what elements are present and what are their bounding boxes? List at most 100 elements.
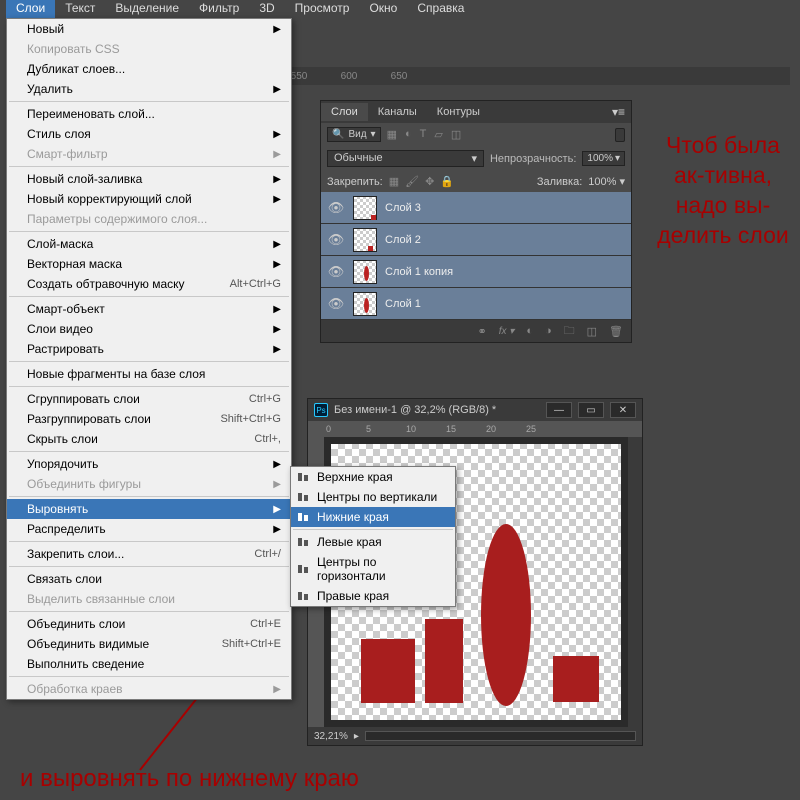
- menu-item[interactable]: Связать слои: [7, 569, 291, 589]
- document-titlebar[interactable]: Ps Без имени-1 @ 32,2% (RGB/8) * — ▭ ✕: [308, 399, 642, 421]
- layer-name[interactable]: Слой 3: [385, 202, 421, 214]
- menu-item[interactable]: Растрировать▶: [7, 339, 291, 359]
- menu-item[interactable]: Разгруппировать слоиShift+Ctrl+G: [7, 409, 291, 429]
- menu-item[interactable]: Новые фрагменты на базе слоя: [7, 364, 291, 384]
- layer-item[interactable]: 👁 Слой 1 копия: [321, 256, 631, 288]
- layer-name[interactable]: Слой 2: [385, 234, 421, 246]
- tab-layers[interactable]: Слои: [321, 103, 368, 121]
- menu-item: Смарт-фильтр▶: [7, 144, 291, 164]
- submenu-item[interactable]: Правые края: [291, 586, 455, 606]
- menu-item[interactable]: Закрепить слои...Ctrl+/: [7, 544, 291, 564]
- submenu-item[interactable]: Левые края: [291, 532, 455, 552]
- chevron-down-icon: ▾: [471, 152, 477, 165]
- chevron-right-icon[interactable]: ▸: [354, 731, 359, 742]
- menu-item[interactable]: Слои видео▶: [7, 319, 291, 339]
- new-layer-icon[interactable]: ◫: [587, 325, 597, 338]
- folder-icon[interactable]: 🗀: [564, 322, 575, 341]
- visibility-toggle[interactable]: 👁: [327, 232, 345, 248]
- fill-input[interactable]: 100% ▾: [588, 175, 625, 188]
- submenu-item[interactable]: Центры по вертикали: [291, 487, 455, 507]
- menu-item[interactable]: Сгруппировать слоиCtrl+G: [7, 389, 291, 409]
- lock-pixels-icon[interactable]: 🖌: [405, 175, 419, 188]
- close-button[interactable]: ✕: [610, 402, 636, 418]
- menu-item[interactable]: Слой-маска▶: [7, 234, 291, 254]
- submenu-item[interactable]: Нижние края: [291, 507, 455, 527]
- opacity-input[interactable]: 100% ▾: [582, 151, 625, 166]
- menu-item[interactable]: Дубликат слоев...: [7, 59, 291, 79]
- pixel-filter-icon[interactable]: ▦: [387, 128, 397, 141]
- visibility-toggle[interactable]: 👁: [327, 200, 345, 216]
- smart-filter-icon[interactable]: ◫: [451, 128, 461, 141]
- search-icon: 🔍: [332, 129, 344, 140]
- menubar-item-выделение[interactable]: Выделение: [105, 0, 189, 18]
- adjust-icon[interactable]: ◑: [545, 325, 552, 337]
- menu-item[interactable]: Создать обтравочную маскуAlt+Ctrl+G: [7, 274, 291, 294]
- vertical-scrollbar[interactable]: [628, 437, 642, 727]
- layer-name[interactable]: Слой 1: [385, 298, 421, 310]
- tab-paths[interactable]: Контуры: [427, 103, 490, 121]
- text-filter-icon[interactable]: T: [420, 128, 427, 141]
- lock-position-icon[interactable]: ✥: [425, 175, 434, 188]
- visibility-toggle[interactable]: 👁: [327, 264, 345, 280]
- menu-item[interactable]: Новый корректирующий слой▶: [7, 189, 291, 209]
- menu-item[interactable]: Упорядочить▶: [7, 454, 291, 474]
- mask-icon[interactable]: ◐: [526, 325, 533, 337]
- menu-item[interactable]: Векторная маска▶: [7, 254, 291, 274]
- menu-item[interactable]: Стиль слоя▶: [7, 124, 291, 144]
- visibility-toggle[interactable]: 👁: [327, 296, 345, 312]
- menu-item[interactable]: Переименовать слой...: [7, 104, 291, 124]
- layer-thumbnail: [353, 196, 377, 220]
- menu-item[interactable]: Объединить слоиCtrl+E: [7, 614, 291, 634]
- menubar-item-3d[interactable]: 3D: [249, 0, 284, 18]
- layer-thumbnail: [353, 228, 377, 252]
- tab-channels[interactable]: Каналы: [368, 103, 427, 121]
- menu-item[interactable]: Распределить▶: [7, 519, 291, 539]
- menu-item[interactable]: Скрыть слоиCtrl+,: [7, 429, 291, 449]
- red-rect-1: [361, 639, 415, 703]
- trash-icon[interactable]: 🗑: [609, 325, 623, 338]
- horizontal-scrollbar[interactable]: [365, 731, 636, 741]
- layers-panel-footer: ⚭ fx ▾ ◐ ◑ 🗀 ◫ 🗑: [321, 320, 631, 342]
- menu-item: Объединить фигуры▶: [7, 474, 291, 494]
- blend-mode-select[interactable]: Обычные ▾: [327, 150, 484, 167]
- menu-item: Параметры содержимого слоя...: [7, 209, 291, 229]
- menubar: СлоиТекстВыделениеФильтр3DПросмотрОкноСп…: [0, 0, 800, 18]
- minimize-button[interactable]: —: [546, 402, 572, 418]
- fx-icon[interactable]: fx ▾: [499, 326, 515, 337]
- submenu-item[interactable]: Верхние края: [291, 467, 455, 487]
- menu-item[interactable]: Выполнить сведение: [7, 654, 291, 674]
- lock-transparent-icon[interactable]: ▦: [389, 175, 399, 188]
- menu-item[interactable]: Выровнять▶: [7, 499, 291, 519]
- filter-type-select[interactable]: 🔍 Вид ▾: [327, 127, 381, 142]
- filter-toggle[interactable]: [615, 128, 625, 142]
- menubar-item-текст[interactable]: Текст: [55, 0, 105, 18]
- layer-name[interactable]: Слой 1 копия: [385, 266, 453, 278]
- shape-filter-icon[interactable]: ▱: [434, 128, 442, 141]
- filter-icons: ▦ ◐ T ▱ ◫: [387, 128, 462, 141]
- menu-item[interactable]: Смарт-объект▶: [7, 299, 291, 319]
- chevron-down-icon: ▾: [371, 129, 376, 140]
- layer-item[interactable]: 👁 Слой 2: [321, 224, 631, 256]
- link-icon[interactable]: ⚭: [478, 325, 487, 338]
- menubar-item-справка[interactable]: Справка: [407, 0, 474, 18]
- align-top-icon: [297, 471, 311, 483]
- layer-item[interactable]: 👁 Слой 1: [321, 288, 631, 320]
- menubar-item-окно[interactable]: Окно: [359, 0, 407, 18]
- lock-label: Закрепить:: [327, 176, 383, 188]
- layer-item[interactable]: 👁 Слой 3: [321, 192, 631, 224]
- menu-item[interactable]: Новый▶: [7, 19, 291, 39]
- panel-menu-icon[interactable]: ▾≡: [606, 105, 631, 119]
- lock-all-icon[interactable]: 🔒: [440, 175, 454, 188]
- menu-item[interactable]: Объединить видимыеShift+Ctrl+E: [7, 634, 291, 654]
- adjust-filter-icon[interactable]: ◐: [405, 128, 412, 141]
- submenu-item[interactable]: Центры по горизонтали: [291, 552, 455, 586]
- menubar-item-слои[interactable]: Слои: [6, 0, 55, 18]
- layers-lock-row: Закрепить: ▦ 🖌 ✥ 🔒 Заливка: 100% ▾: [321, 171, 631, 192]
- menubar-item-просмотр[interactable]: Просмотр: [285, 0, 360, 18]
- menu-item[interactable]: Удалить▶: [7, 79, 291, 99]
- doc-horizontal-ruler: 0510152025: [308, 421, 642, 437]
- layers-filter-row: 🔍 Вид ▾ ▦ ◐ T ▱ ◫: [321, 123, 631, 146]
- menubar-item-фильтр[interactable]: Фильтр: [189, 0, 249, 18]
- maximize-button[interactable]: ▭: [578, 402, 604, 418]
- menu-item[interactable]: Новый слой-заливка▶: [7, 169, 291, 189]
